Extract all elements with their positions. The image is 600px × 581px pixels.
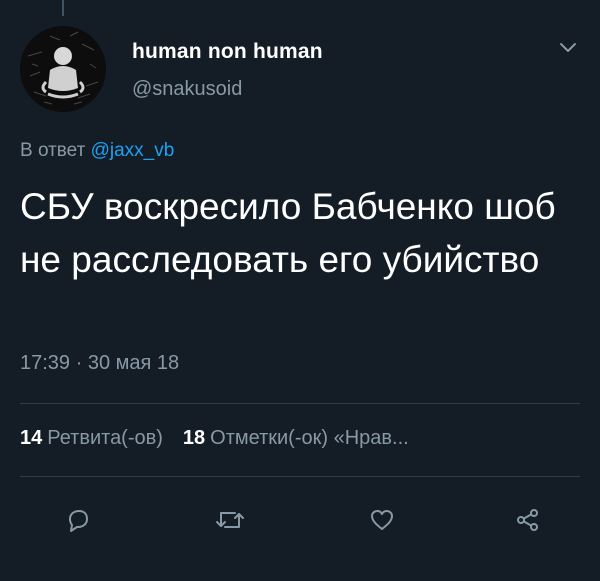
reply-icon[interactable] xyxy=(58,500,98,540)
engagement-stats: 14 Ретвита(-ов) 18 Отметки(-ок) «Нрав... xyxy=(20,427,580,450)
share-icon[interactable] xyxy=(508,500,548,540)
display-name[interactable]: human non human xyxy=(132,40,323,64)
likes-label: Отметки(-ок) «Нрав... xyxy=(210,427,409,449)
divider xyxy=(20,476,580,477)
retweets-stat[interactable]: 14 Ретвита(-ов) xyxy=(20,427,163,449)
reply-context: В ответ @jaxx_vb xyxy=(20,140,174,162)
user-handle[interactable]: @snakusoid xyxy=(132,78,242,101)
reply-prefix: В ответ xyxy=(20,140,86,161)
likes-count: 18 xyxy=(182,427,206,449)
like-icon[interactable] xyxy=(362,500,402,540)
divider xyxy=(20,403,580,404)
retweets-label: Ретвита(-ов) xyxy=(47,427,163,449)
retweet-icon[interactable] xyxy=(210,500,250,540)
tweet-actions-bar xyxy=(0,500,600,540)
tweet-header: human non human @snakusoid xyxy=(20,26,580,112)
chevron-down-icon[interactable] xyxy=(558,40,578,54)
retweets-count: 14 xyxy=(20,427,43,449)
reply-mention-link[interactable]: @jaxx_vb xyxy=(91,140,175,161)
tweet-text: СБУ воскресило Бабченко шоб не расследов… xyxy=(20,186,556,280)
thread-connector-line xyxy=(62,0,64,16)
tweet-timestamp[interactable]: 17:39 · 30 мая 18 xyxy=(20,352,179,375)
likes-stat[interactable]: 18 Отметки(-ок) «Нрав... xyxy=(183,427,409,449)
avatar[interactable] xyxy=(20,26,106,112)
